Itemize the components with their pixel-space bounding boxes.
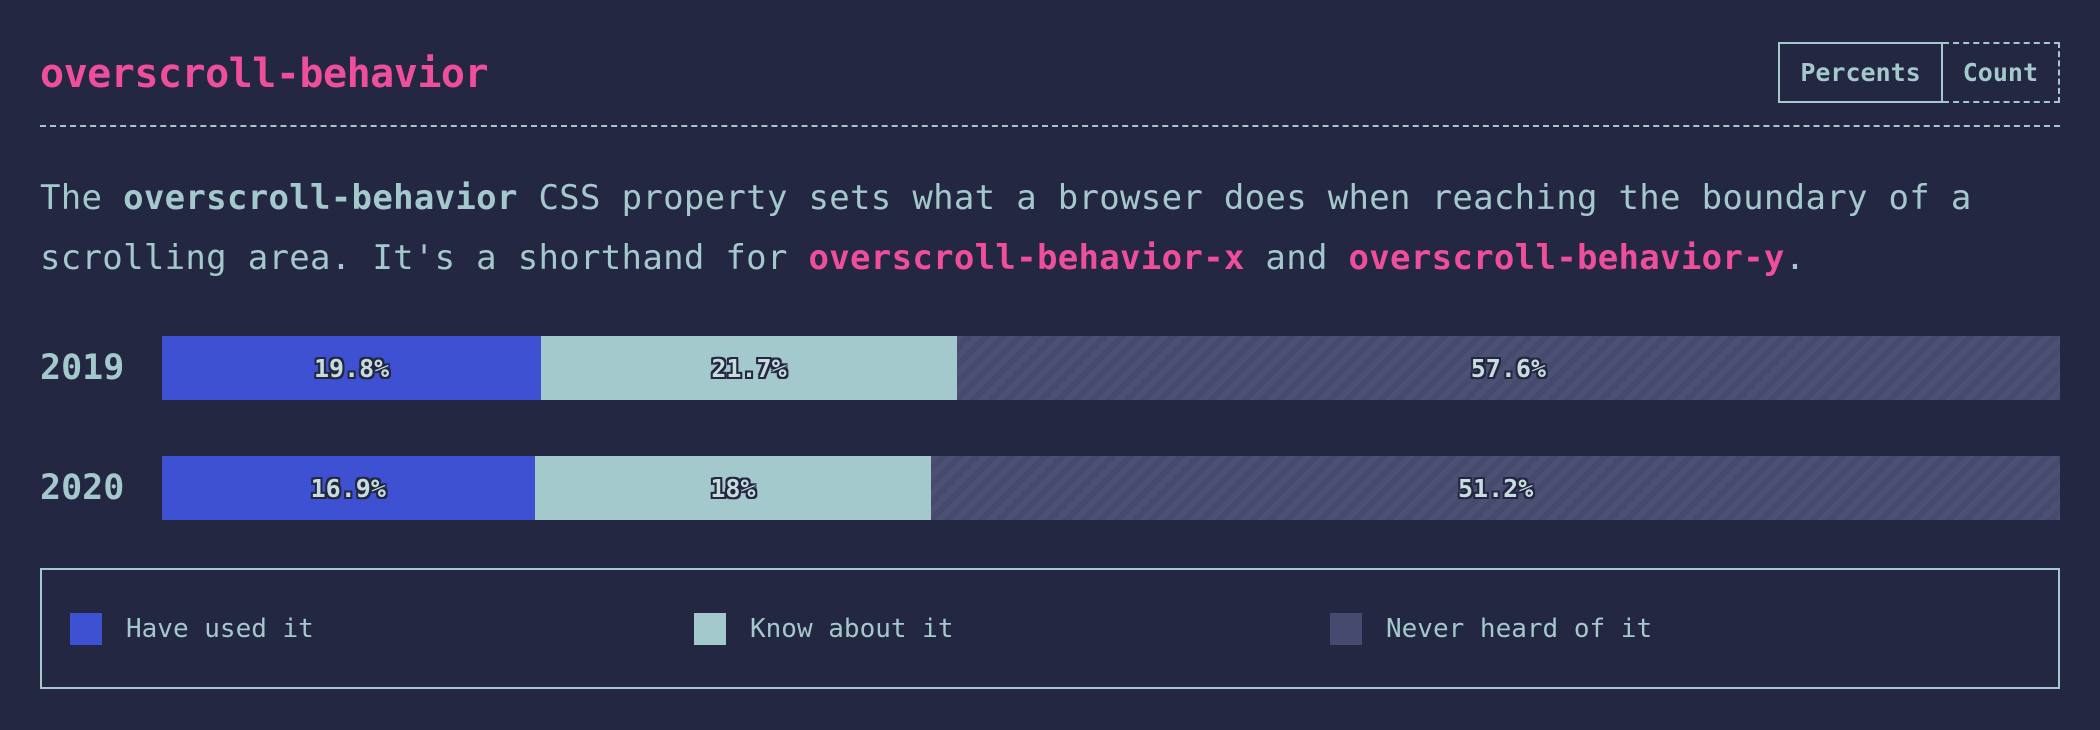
legend-item[interactable]: Have used it bbox=[70, 613, 314, 645]
bar-segment-know[interactable]: 21.7% bbox=[541, 336, 957, 400]
chart-row-2019: 2019 19.8% 21.7% 57.6% bbox=[40, 336, 2060, 400]
page-title: overscroll-behavior bbox=[40, 51, 489, 97]
legend-swatch bbox=[70, 613, 102, 645]
description-property-x[interactable]: overscroll-behavior-x bbox=[808, 238, 1244, 278]
year-label: 2020 bbox=[40, 468, 125, 508]
description-property: overscroll-behavior bbox=[123, 178, 518, 218]
header-divider bbox=[40, 125, 2060, 127]
description-property-y[interactable]: overscroll-behavior-y bbox=[1349, 238, 1785, 278]
bar-segment-never[interactable]: 51.2% bbox=[931, 456, 2060, 520]
legend-label: Never heard of it bbox=[1386, 614, 1653, 644]
percents-button[interactable]: Percents bbox=[1778, 42, 1943, 103]
bar-segment-never[interactable]: 57.6% bbox=[956, 336, 2060, 400]
legend-label: Know about it bbox=[750, 614, 954, 644]
chart-row-2020: 2020 16.9% 18% 51.2% bbox=[40, 456, 2060, 520]
description-text-3: and bbox=[1244, 238, 1349, 278]
stacked-bar: 19.8% 21.7% 57.6% bbox=[162, 336, 2060, 400]
legend-label: Have used it bbox=[126, 614, 314, 644]
bar-segment-used[interactable]: 16.9% bbox=[162, 456, 535, 520]
year-label: 2019 bbox=[40, 348, 125, 388]
bar-segment-used[interactable]: 19.8% bbox=[162, 336, 542, 400]
description: The overscroll-behavior CSS property set… bbox=[40, 168, 1980, 288]
chart-legend: Have used it Know about it Never heard of … bbox=[40, 568, 2060, 689]
description-text-4: . bbox=[1784, 238, 1806, 278]
units-toggle: Percents Count bbox=[1778, 42, 2060, 103]
legend-swatch bbox=[1330, 613, 1362, 645]
stacked-bar: 16.9% 18% 51.2% bbox=[162, 456, 2060, 520]
count-button[interactable]: Count bbox=[1942, 42, 2060, 103]
bar-segment-know[interactable]: 18% bbox=[534, 456, 932, 520]
description-text-1: The bbox=[40, 178, 124, 218]
legend-swatch bbox=[694, 613, 726, 645]
legend-item[interactable]: Never heard of it bbox=[1330, 613, 1652, 645]
legend-item[interactable]: Know about it bbox=[694, 613, 954, 645]
